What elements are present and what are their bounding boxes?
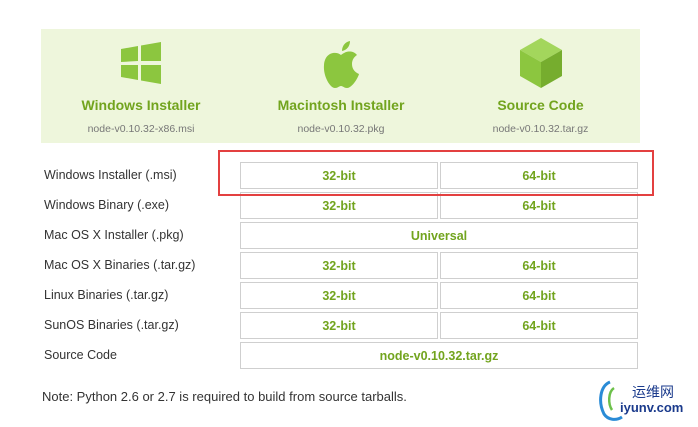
- watermark: 运维网 iyunv.com: [596, 378, 696, 422]
- hero-filename: node-v0.10.32-x86.msi: [87, 123, 195, 135]
- hero-source[interactable]: Source Code node-v0.10.32.tar.gz: [441, 29, 640, 143]
- windows-logo-icon: [118, 41, 164, 90]
- row-label-windows-binary: Windows Binary (.exe): [44, 198, 170, 212]
- hero-filename: node-v0.10.32.pkg: [297, 123, 385, 135]
- windows-binary-64bit-link[interactable]: 64-bit: [440, 192, 638, 219]
- hero-title: Windows Installer: [81, 97, 201, 113]
- row-label-linux-binaries: Linux Binaries (.tar.gz): [44, 288, 169, 302]
- row-label-source-code: Source Code: [44, 348, 117, 362]
- package-box-icon: [518, 37, 564, 94]
- python-requirement-note: Note: Python 2.6 or 2.7 is required to b…: [42, 389, 407, 404]
- hero-mac[interactable]: Macintosh Installer node-v0.10.32.pkg: [241, 29, 441, 143]
- row-label-mac-installer: Mac OS X Installer (.pkg): [44, 228, 184, 242]
- linux-binaries-64bit-link[interactable]: 64-bit: [440, 282, 638, 309]
- windows-binary-32bit-link[interactable]: 32-bit: [240, 192, 438, 219]
- row-label-sunos-binaries: SunOS Binaries (.tar.gz): [44, 318, 179, 332]
- hero-title: Macintosh Installer: [277, 97, 405, 113]
- row-label-mac-binaries: Mac OS X Binaries (.tar.gz): [44, 258, 196, 272]
- sunos-binaries-64bit-link[interactable]: 64-bit: [440, 312, 638, 339]
- row-label-windows-installer: Windows Installer (.msi): [44, 168, 177, 182]
- mac-binaries-64bit-link[interactable]: 64-bit: [440, 252, 638, 279]
- watermark-chinese: 运维网: [632, 385, 674, 401]
- hero-windows[interactable]: Windows Installer node-v0.10.32-x86.msi: [41, 29, 241, 143]
- apple-logo-icon: [321, 41, 361, 94]
- hero-filename: node-v0.10.32.tar.gz: [492, 123, 589, 135]
- mac-installer-universal-link[interactable]: Universal: [240, 222, 638, 249]
- highlight-box: [218, 150, 654, 196]
- sunos-binaries-32bit-link[interactable]: 32-bit: [240, 312, 438, 339]
- source-tarball-link[interactable]: node-v0.10.32.tar.gz: [240, 342, 638, 369]
- mac-binaries-32bit-link[interactable]: 32-bit: [240, 252, 438, 279]
- watermark-url: iyunv.com: [620, 400, 684, 415]
- linux-binaries-32bit-link[interactable]: 32-bit: [240, 282, 438, 309]
- hero-title: Source Code: [497, 97, 584, 113]
- download-hero: Windows Installer node-v0.10.32-x86.msi …: [41, 29, 640, 143]
